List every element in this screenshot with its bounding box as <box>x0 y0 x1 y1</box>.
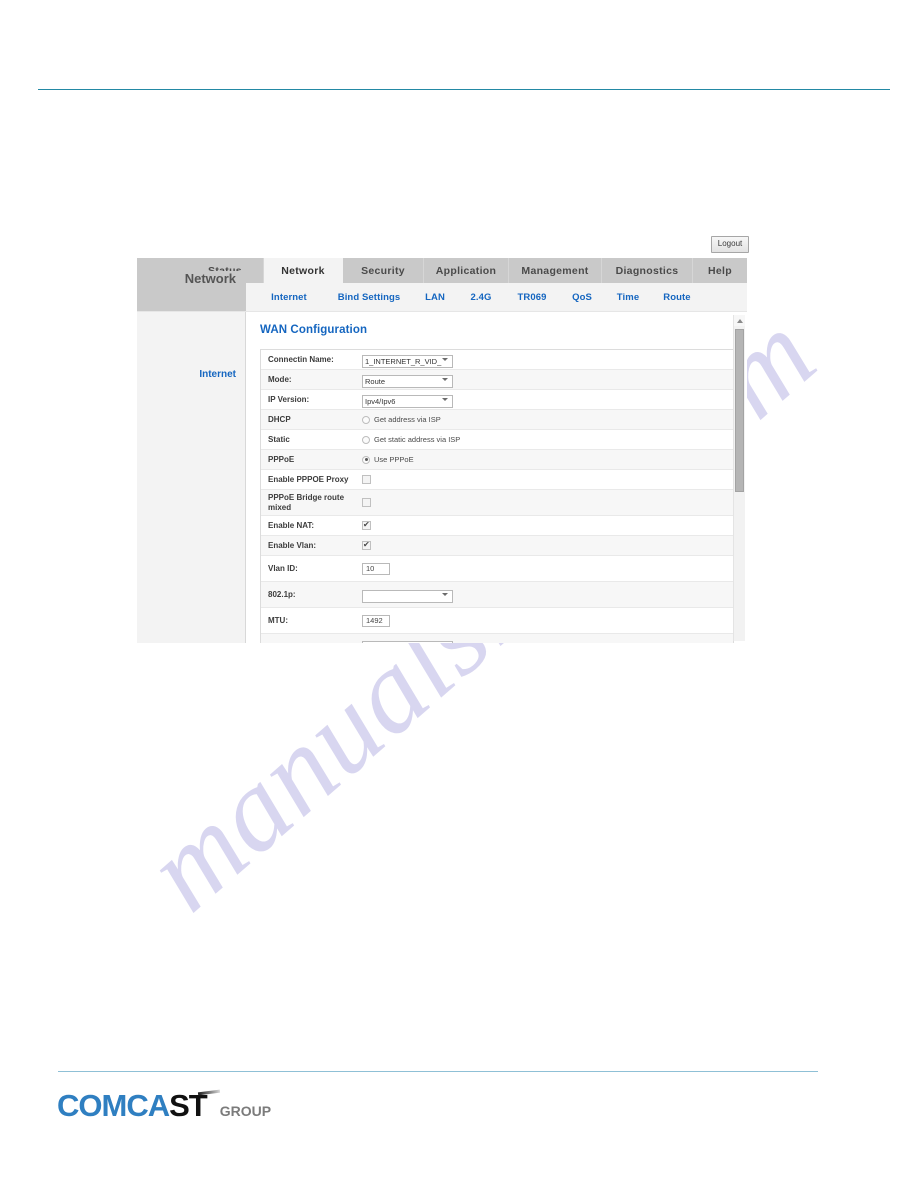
logo-part-comca: COMCA <box>57 1088 170 1123</box>
subtab-tr069[interactable]: TR069 <box>504 292 560 303</box>
logout-button[interactable]: Logout <box>711 236 749 253</box>
subtab-qos[interactable]: QoS <box>560 292 604 303</box>
table-row: Connectin Name: 1_INTERNET_R_VID_ <box>261 350 733 370</box>
table-row: Mode: Route <box>261 370 733 390</box>
table-row: Static Get static address via ISP <box>261 430 733 450</box>
field-label: Enable Vlan: <box>268 540 317 550</box>
logo-part-group: GROUP <box>219 1103 272 1119</box>
caret-up-icon <box>736 318 743 323</box>
table-row: PPPoE Use PPPoE <box>261 450 733 470</box>
tab-security[interactable]: Security <box>343 258 424 283</box>
field-label: Connectin Name: <box>268 354 334 364</box>
field-label: Static <box>268 434 290 444</box>
subtab-route[interactable]: Route <box>652 292 702 303</box>
vlan-id-input[interactable] <box>362 562 390 575</box>
ip-version-select-wrap[interactable]: Ipv4/Ipv6 <box>362 391 453 409</box>
dhcp-radio-label: Get address via ISP <box>374 415 441 424</box>
subtab-bind-settings[interactable]: Bind Settings <box>326 292 412 303</box>
field-label: Enable PPPOE Proxy <box>268 474 349 484</box>
enable-vlan-checkbox[interactable] <box>362 540 371 550</box>
connection-name-select[interactable]: 1_INTERNET_R_VID_ <box>362 354 453 368</box>
mode-select-wrap[interactable]: Route <box>362 371 453 389</box>
table-row: 802.1p: <box>261 582 733 608</box>
tab-application[interactable]: Application <box>424 258 509 283</box>
sidebar: Internet <box>137 312 246 643</box>
field-label: IP Version: <box>268 394 310 404</box>
table-row: Enable PPPOE Proxy <box>261 470 733 490</box>
subtab-24g[interactable]: 2.4G <box>458 292 504 303</box>
tab-management[interactable]: Management <box>509 258 602 283</box>
sub-tab-bar: Network Internet Bind Settings LAN 2.4G … <box>137 271 747 311</box>
table-row: Enable Vlan: <box>261 536 733 556</box>
table-row: Vlan ID: <box>261 556 733 582</box>
username-input[interactable] <box>362 640 453 643</box>
field-label: Username: <box>261 642 360 644</box>
pppoe-radio[interactable] <box>362 455 370 464</box>
table-row: Username: <box>261 634 733 643</box>
table-row: IP Version: Ipv4/Ipv6 <box>261 390 733 410</box>
field-label: 802.1p: <box>268 589 296 599</box>
static-radio[interactable] <box>362 435 370 444</box>
tab-diagnostics[interactable]: Diagnostics <box>602 258 693 283</box>
table-row: MTU: <box>261 608 733 634</box>
field-label: DHCP <box>268 414 291 424</box>
pppoe-radio-label: Use PPPoE <box>374 455 414 464</box>
table-row: Enable NAT: <box>261 516 733 536</box>
field-label: Enable NAT: <box>268 520 315 530</box>
mtu-input[interactable] <box>362 614 390 627</box>
footer-divider <box>58 1071 818 1072</box>
router-admin-ui: Status Network Security Application Mana… <box>137 258 747 643</box>
scroll-up-button[interactable] <box>734 315 745 326</box>
enable-nat-checkbox[interactable] <box>362 520 371 530</box>
dot1p-select-wrap[interactable] <box>362 586 453 604</box>
dot1p-select[interactable] <box>362 589 453 603</box>
field-label: MTU: <box>268 615 288 625</box>
wan-configuration-form: Connectin Name: 1_INTERNET_R_VID_ Mode: … <box>260 349 734 643</box>
page-title: WAN Configuration <box>260 324 368 336</box>
logo-part-st: ST <box>169 1088 208 1123</box>
content-scrollbar[interactable] <box>733 315 745 641</box>
subtab-time[interactable]: Time <box>604 292 652 303</box>
connection-name-select-wrap[interactable]: 1_INTERNET_R_VID_ <box>362 351 453 369</box>
brand-title: Network <box>137 271 246 311</box>
subtab-internet[interactable]: Internet <box>252 292 326 303</box>
comcast-logo: COMCA ST GROUP <box>57 1088 271 1124</box>
tab-help[interactable]: Help <box>693 258 747 283</box>
subtab-lan[interactable]: LAN <box>412 292 458 303</box>
ip-version-select[interactable]: Ipv4/Ipv6 <box>362 394 453 408</box>
sidebar-item-internet[interactable]: Internet <box>137 369 236 380</box>
field-label: PPPoE Bridge route mixed <box>268 492 345 512</box>
mode-select[interactable]: Route <box>362 374 453 388</box>
ui-body: Internet WAN Configuration Connectin Nam… <box>137 311 747 643</box>
field-label: Mode: <box>268 374 292 384</box>
table-row: DHCP Get address via ISP <box>261 410 733 430</box>
enable-pppoe-proxy-checkbox[interactable] <box>362 475 371 484</box>
field-label: PPPoE <box>268 454 295 464</box>
header-divider <box>38 89 890 90</box>
sub-tabs: Internet Bind Settings LAN 2.4G TR069 Qo… <box>246 283 747 311</box>
tab-network[interactable]: Network <box>264 258 343 283</box>
main-tabs: Status Network Security Application Mana… <box>187 258 747 283</box>
content-area: WAN Configuration Connectin Name: 1_INTE… <box>246 312 747 643</box>
pppoe-bridge-route-mixed-checkbox[interactable] <box>362 498 371 507</box>
dhcp-radio[interactable] <box>362 415 370 424</box>
scrollbar-thumb[interactable] <box>735 329 744 492</box>
table-row: PPPoE Bridge route mixed <box>261 490 733 516</box>
static-radio-label: Get static address via ISP <box>374 435 461 444</box>
field-label: Vlan ID: <box>268 563 298 573</box>
